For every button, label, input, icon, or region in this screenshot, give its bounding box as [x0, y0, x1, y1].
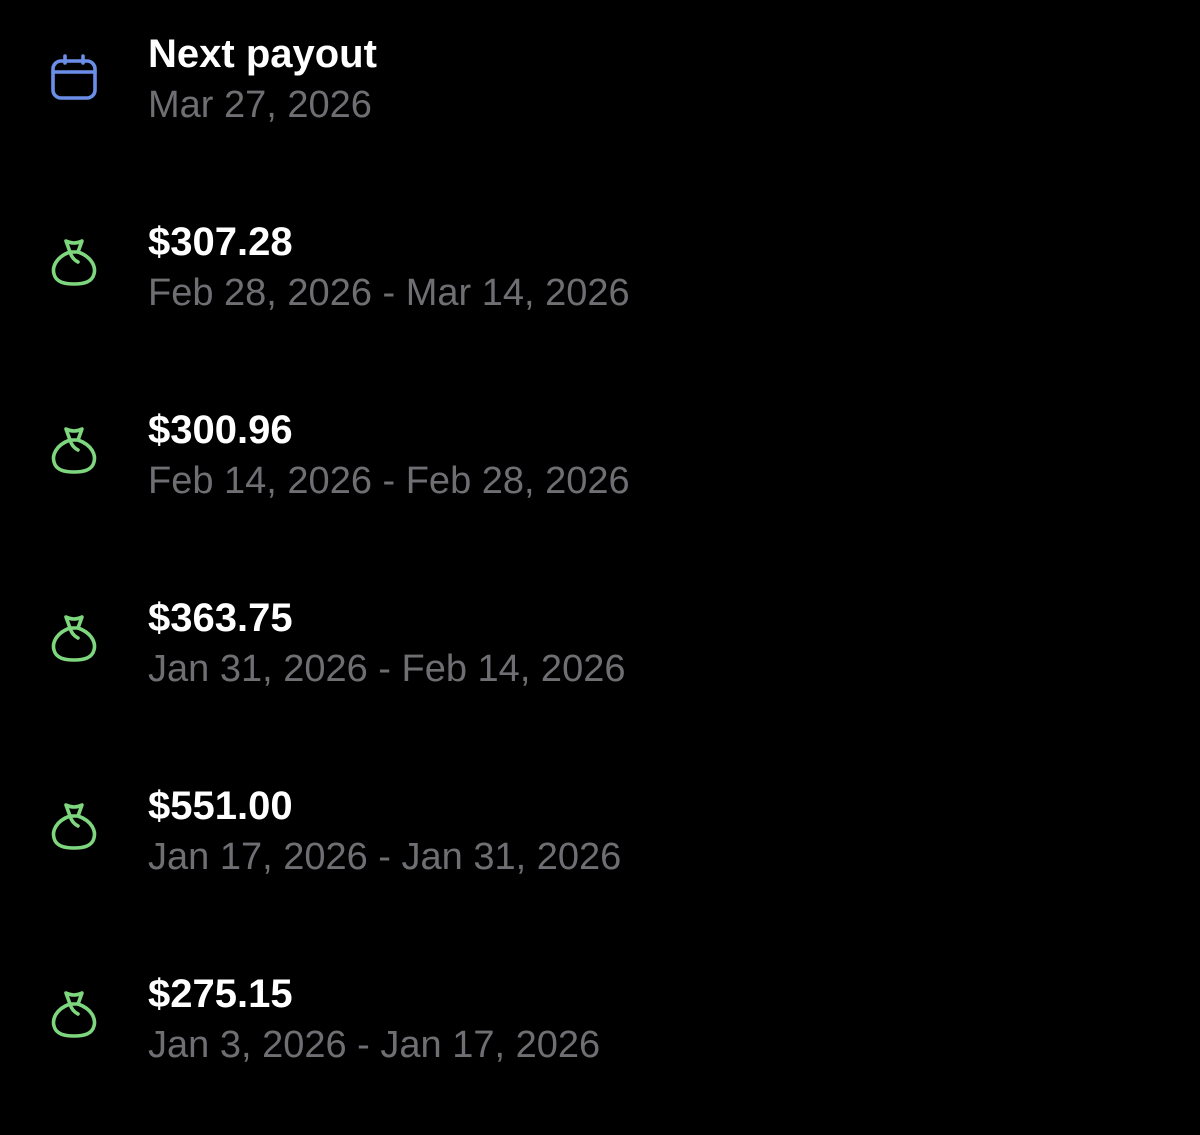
money-bag-icon — [48, 612, 100, 664]
next-payout-row[interactable]: Next payout Mar 27, 2026 — [0, 30, 1200, 180]
money-bag-icon — [48, 424, 100, 476]
payout-amount: $275.15 — [148, 972, 293, 1016]
payout-amount: $363.75 — [148, 596, 293, 640]
calendar-icon — [48, 52, 100, 104]
payout-row[interactable]: $300.96 Feb 14, 2026 - Feb 28, 2026 — [0, 406, 1200, 556]
money-bag-icon — [48, 988, 100, 1040]
payout-list: Next payout Mar 27, 2026 $307.28 Feb 28,… — [0, 0, 1200, 1135]
payout-period: Jan 3, 2026 - Jan 17, 2026 — [148, 1024, 601, 1066]
payout-amount: $300.96 — [148, 408, 293, 452]
money-bag-icon — [48, 800, 100, 852]
next-payout-date: Mar 27, 2026 — [148, 84, 372, 126]
payout-row[interactable]: $275.15 Jan 3, 2026 - Jan 17, 2026 — [0, 970, 1200, 1120]
money-bag-icon — [48, 236, 100, 288]
payout-period: Jan 17, 2026 - Jan 31, 2026 — [148, 836, 622, 878]
payout-period: Jan 31, 2026 - Feb 14, 2026 — [148, 648, 626, 690]
next-payout-title: Next payout — [148, 32, 377, 76]
payout-row[interactable]: $363.75 Jan 31, 2026 - Feb 14, 2026 — [0, 594, 1200, 744]
payout-amount: $551.00 — [148, 784, 293, 828]
payout-period: Feb 14, 2026 - Feb 28, 2026 — [148, 460, 630, 502]
payout-period: Feb 28, 2026 - Mar 14, 2026 — [148, 272, 630, 314]
payout-amount: $307.28 — [148, 220, 293, 264]
payout-row[interactable]: $551.00 Jan 17, 2026 - Jan 31, 2026 — [0, 782, 1200, 932]
payout-row[interactable]: $307.28 Feb 28, 2026 - Mar 14, 2026 — [0, 218, 1200, 368]
